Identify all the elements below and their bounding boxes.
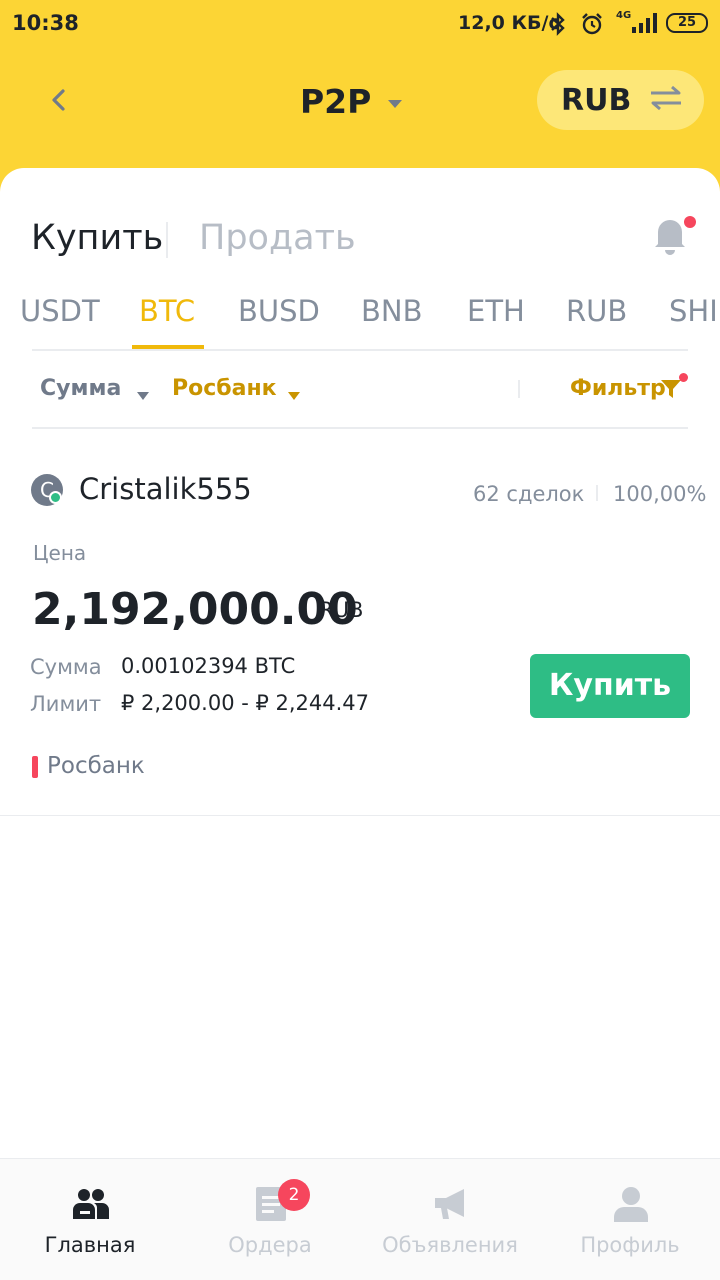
ad-card: C Cristalik555 62 сделок 100,00% Цена 2,… [0, 440, 720, 816]
bottom-nav: Главная Ордера 2 Объявления Профиль [0, 1158, 720, 1280]
price-value: 2,192,000.00 [32, 584, 358, 635]
coin-tab-bnb[interactable]: BNB [361, 294, 422, 328]
limit-label: Лимит [30, 692, 102, 716]
price-label: Цена [33, 541, 87, 565]
status-time: 10:38 [12, 11, 79, 35]
chevron-left-icon [52, 89, 65, 111]
filter-separator [518, 380, 520, 398]
completion-rate: 100,00% [613, 482, 707, 506]
payment-filter[interactable]: Росбанк [172, 376, 277, 401]
amount-value: 0.00102394 BTC [121, 654, 296, 678]
caret-down-icon [387, 94, 403, 113]
filter-active-dot [679, 373, 688, 382]
network-type: 4G [616, 10, 632, 21]
nav-profile[interactable]: Профиль [540, 1159, 720, 1280]
coin-tab-eth[interactable]: ETH [467, 294, 525, 328]
orders-count: 62 сделок [473, 482, 585, 506]
nav-label: Главная [44, 1233, 136, 1257]
orders-badge: 2 [278, 1179, 310, 1211]
coin-tabs: USDT BTC BUSD BNB ETH RUB SHIB [0, 290, 720, 350]
home-users-icon [72, 1185, 110, 1223]
divider [32, 349, 688, 351]
notification-dot [684, 216, 696, 228]
coin-tab-btc[interactable]: BTC [139, 294, 195, 328]
divider [32, 427, 688, 429]
battery-indicator: 25 [666, 13, 708, 33]
merchant-name[interactable]: Cristalik555 [79, 472, 252, 506]
swap-arrows-icon [649, 84, 683, 116]
page-title: P2P [300, 81, 372, 121]
status-net-speed: 12,0 КБ/с [458, 12, 560, 34]
bluetooth-icon [548, 12, 568, 40]
limit-value: ₽ 2,200.00 - ₽ 2,244.47 [121, 691, 370, 715]
caret-down-icon [288, 385, 300, 404]
coin-tab-shib[interactable]: SHIB [669, 294, 720, 328]
buy-button[interactable]: Купить [530, 654, 690, 718]
signal-icon [630, 12, 658, 38]
filter-row: Сумма Росбанк Фильтр [0, 370, 720, 410]
fiat-label: RUB [561, 82, 632, 118]
amount-label: Сумма [30, 655, 102, 679]
nav-label: Объявления [382, 1233, 518, 1257]
nav-ads[interactable]: Объявления [360, 1159, 540, 1280]
coin-tab-busd[interactable]: BUSD [238, 294, 320, 328]
filter-button[interactable]: Фильтр [570, 376, 666, 401]
online-status-dot [49, 491, 62, 504]
profile-icon [612, 1185, 650, 1223]
nav-label: Ордера [228, 1233, 312, 1257]
coin-tab-usdt[interactable]: USDT [20, 294, 100, 328]
status-bar: 10:38 12,0 КБ/с 4G 25 [0, 0, 720, 48]
amount-filter[interactable]: Сумма [40, 376, 121, 401]
tab-separator [166, 222, 168, 258]
fiat-switch-button[interactable]: RUB [537, 70, 704, 130]
caret-down-icon [137, 385, 149, 404]
stat-separator [596, 485, 598, 501]
nav-orders[interactable]: Ордера [180, 1159, 360, 1280]
alarm-icon [580, 12, 604, 40]
price-currency: RUB [319, 598, 364, 622]
funnel-icon[interactable] [660, 378, 682, 404]
tab-buy[interactable]: Купить [31, 218, 163, 258]
payment-method: Росбанк [47, 753, 145, 779]
nav-home[interactable]: Главная [0, 1159, 180, 1280]
tab-sell[interactable]: Продать [199, 218, 356, 258]
back-button[interactable] [40, 80, 80, 120]
payment-method-marker [32, 756, 38, 778]
nav-label: Профиль [580, 1233, 680, 1257]
coin-tab-rub[interactable]: RUB [566, 294, 627, 328]
page-title-dropdown[interactable]: P2P [300, 80, 403, 122]
megaphone-icon [432, 1185, 470, 1223]
